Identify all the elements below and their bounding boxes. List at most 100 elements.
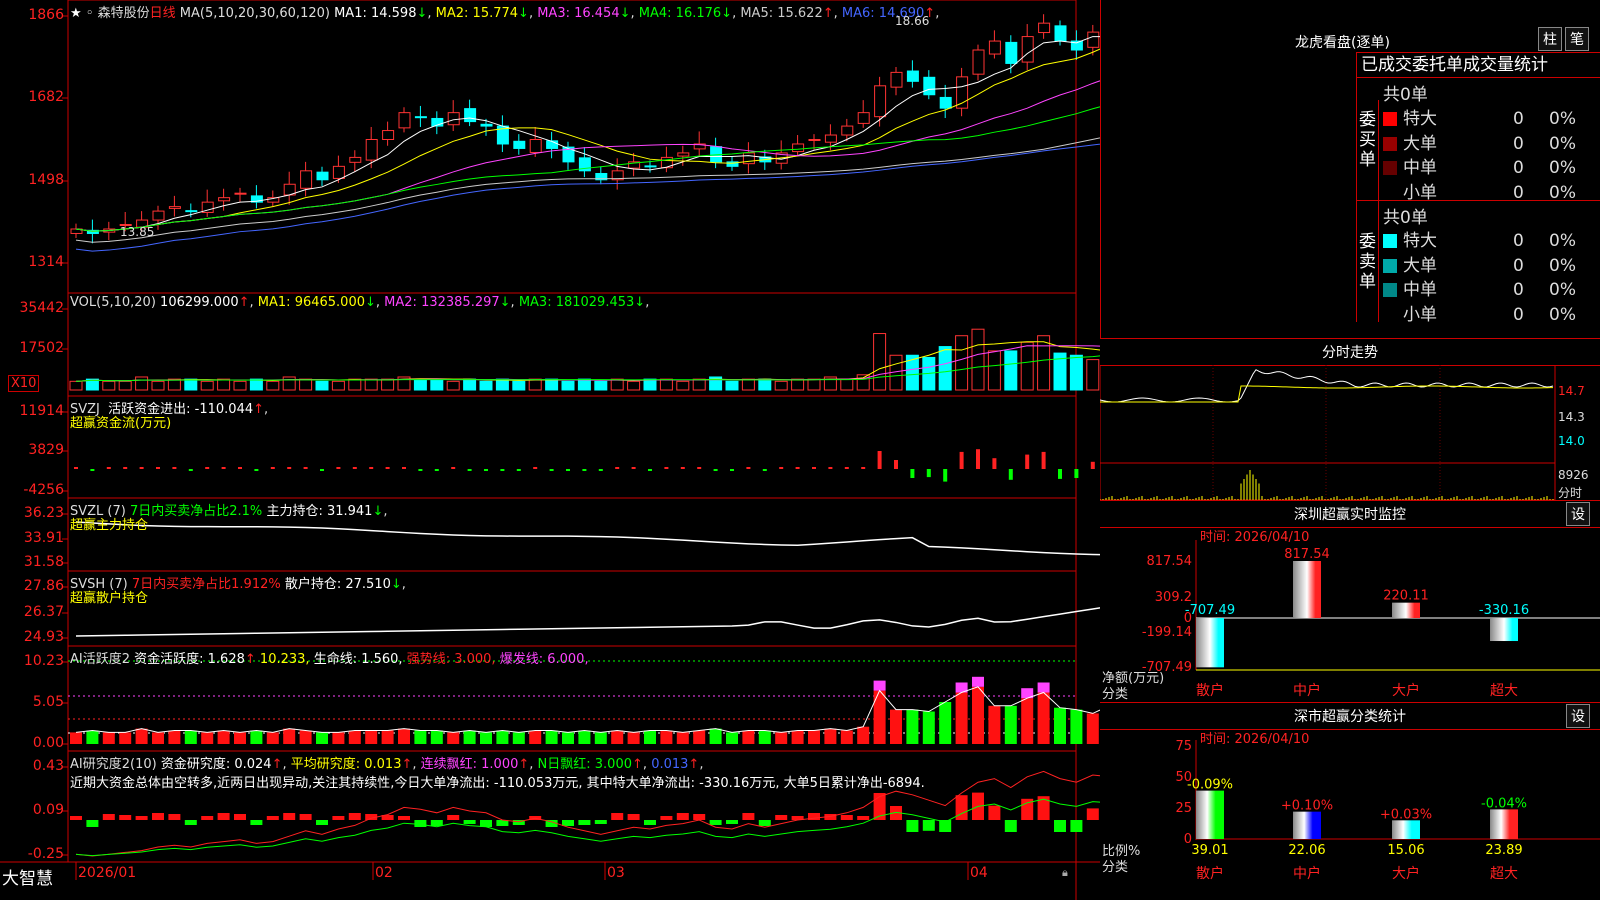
axis-label: 11914 [19, 403, 64, 419]
ma-value-3: MA3: 16.454 [537, 6, 620, 21]
volume-bar [430, 378, 444, 391]
ai-bar [594, 732, 607, 744]
svzj-bar [238, 467, 242, 469]
sep: , [833, 6, 842, 21]
ss-bar [1196, 790, 1224, 839]
ss-category: 超大 [1490, 866, 1518, 882]
ai-bar [775, 732, 788, 744]
svzj-bar [926, 469, 931, 478]
sidebar: 龙虎看盘(逐单) 柱 笔 已成交委托单成交量统计 委买单 委卖单 共0单 共0单… [1100, 0, 1600, 900]
res-arrow: ↑ [518, 757, 530, 772]
ai-bar [890, 709, 902, 744]
lock-icon[interactable]: 🔒︎ [1062, 866, 1068, 880]
date-label: 02 [375, 865, 393, 881]
ss-category: 散户 [1196, 865, 1224, 882]
ai-bar [348, 730, 361, 744]
sep: , [249, 295, 258, 310]
stat-row: 小单 0 0% [1383, 178, 1598, 203]
svzj-bar [812, 467, 816, 469]
research-bar [332, 816, 345, 820]
stock-period[interactable]: 日线 [150, 6, 176, 21]
target-icon[interactable]: ◦ [86, 6, 94, 21]
stat-name: 大单 [1403, 255, 1437, 276]
sep: , [630, 6, 639, 21]
color-swatch [1383, 185, 1397, 200]
volume-bar [987, 350, 1001, 391]
intraday-chart [1100, 365, 1556, 500]
sz-settings-button[interactable]: 设 [1566, 502, 1590, 526]
svzj-bar [795, 467, 800, 469]
research-header: AI研究度2(10) 资金研究度: 0.024↑, 平均研究度: 0.013↑,… [70, 757, 704, 772]
stat-pct: 0% [1549, 255, 1576, 276]
stat-pct: 0% [1549, 133, 1576, 154]
volume-bar [135, 376, 149, 391]
sep: , [935, 6, 940, 21]
ma-arrow: ↑ [822, 6, 834, 21]
svzj-bar [123, 467, 128, 469]
ai-bar [873, 690, 886, 744]
sz-category: 中户 [1293, 682, 1321, 699]
ai-bar [1021, 698, 1034, 744]
sz-bar-label: 817.54 [1284, 547, 1330, 562]
volume-bar [118, 380, 132, 391]
volume-bar [873, 333, 887, 391]
volume-bar [151, 380, 165, 391]
ai-bar [430, 730, 443, 744]
volume-bar [1020, 341, 1034, 391]
volume-bar [233, 380, 247, 391]
axis-label: 1682 [28, 89, 64, 105]
ai-bar [447, 732, 460, 744]
candle-body [824, 134, 837, 143]
research-bar [184, 820, 197, 825]
trade-stat-tabs[interactable]: 已成交委托单成交量统计 [1356, 52, 1600, 78]
sz-monitor-chart: 817.54309.20-199.14-707.49-707.49散户817.5… [1142, 540, 1600, 699]
research-bar [1086, 808, 1099, 820]
ai-item-2: 生命线: 1.560, [313, 652, 403, 667]
stat-name: 大单 [1403, 133, 1437, 154]
volume-bar [184, 378, 198, 391]
svzj-bar [1074, 469, 1079, 478]
stat-name: 特大 [1403, 109, 1437, 129]
research-bar [627, 814, 640, 820]
buy-total: 共0单 [1383, 85, 1428, 105]
ss-change-label: -0.04% [1481, 796, 1527, 811]
ma-value-4: MA4: 16.176 [638, 6, 722, 21]
ai-bar [234, 732, 246, 744]
ai-bar [135, 728, 148, 744]
volume-bar [348, 378, 362, 391]
bar-view-button[interactable]: 柱 [1538, 27, 1562, 51]
ai-bar-top [972, 676, 984, 687]
sz-axis-label: -199.14 [1142, 625, 1192, 640]
vol-arrow: ↓ [365, 295, 376, 310]
stat-row: 中单 0 0% [1383, 153, 1598, 178]
ma-value-2: MA2: 15.774 [435, 6, 519, 21]
ma-arrow: ↓ [416, 6, 428, 21]
vol-unit[interactable]: X10 [8, 375, 40, 392]
volume-bar [512, 380, 526, 391]
svzj-bar [106, 467, 111, 469]
sz-bar-label: 220.11 [1383, 589, 1429, 604]
tick-view-button[interactable]: 笔 [1565, 27, 1589, 51]
svzj-bar [664, 467, 669, 469]
ai-bar [70, 732, 82, 744]
intraday-header: 分时走势 [1100, 338, 1600, 366]
stat-pct: 0% [1549, 158, 1576, 178]
star-icon[interactable]: ★ [70, 6, 82, 21]
svzj-bar [943, 469, 948, 482]
stat-row: 特大 0 0% [1383, 226, 1598, 251]
sz-bar [1392, 602, 1420, 618]
candle-body [874, 85, 887, 118]
candle-body [988, 40, 1001, 55]
stat-row: 小单 0 0% [1383, 300, 1598, 325]
research-bar [201, 816, 214, 820]
sep: , [529, 757, 538, 772]
research-bar [1070, 820, 1083, 832]
volume-bar [938, 346, 952, 391]
volume-bar [610, 378, 624, 391]
ss-settings-button[interactable]: 设 [1566, 704, 1590, 728]
svzj-bar [615, 467, 620, 469]
svzj-bar [320, 469, 324, 471]
svzj-bar [74, 467, 78, 469]
ma-value-1: MA1: 14.598 [334, 6, 417, 21]
stat-pct: 0% [1549, 304, 1576, 325]
